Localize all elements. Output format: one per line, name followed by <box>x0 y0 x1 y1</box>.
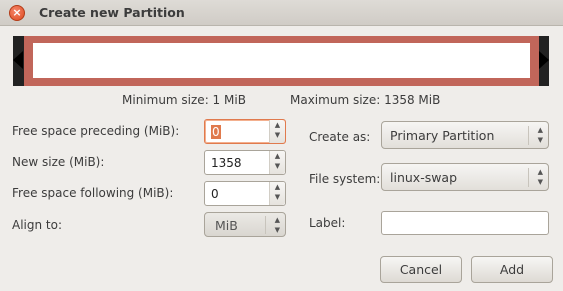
free-preceding-value[interactable]: 0 <box>211 125 221 139</box>
partition-inner <box>33 43 530 78</box>
new-size-label: New size (MiB): <box>12 155 105 169</box>
add-button[interactable]: Add <box>471 256 553 283</box>
new-size-spinbox[interactable]: 1358 ▲ ▼ <box>204 150 286 175</box>
create-as-select[interactable]: Primary Partition ▲ ▼ <box>381 121 549 149</box>
free-preceding-label: Free space preceding (MiB): <box>12 124 180 138</box>
file-system-label: File system: <box>309 172 381 186</box>
spin-arrows-icon[interactable]: ▲ ▼ <box>269 151 285 174</box>
free-following-spinbox[interactable]: 0 ▲ ▼ <box>204 181 286 206</box>
chevron-updown-icon: ▲ ▼ <box>537 168 543 186</box>
file-system-value: linux-swap <box>390 170 458 185</box>
combo-separator <box>528 126 529 145</box>
chevron-updown-icon: ▲ ▼ <box>274 216 280 234</box>
partition-label-label: Label: <box>309 216 346 230</box>
window-title: Create new Partition <box>39 5 185 20</box>
new-size-value[interactable]: 1358 <box>211 156 242 170</box>
partition-label-input[interactable] <box>381 211 549 235</box>
spin-arrows-icon[interactable]: ▲ ▼ <box>269 120 285 143</box>
minimum-size-label: Minimum size: 1 MiB <box>122 93 246 107</box>
resize-right-handle-icon[interactable] <box>539 51 549 69</box>
title-bar: × Create new Partition <box>0 0 563 26</box>
resize-left-handle-icon[interactable] <box>13 51 23 69</box>
partition-graphic[interactable] <box>13 36 549 86</box>
align-to-select[interactable]: MiB ▲ ▼ <box>204 212 286 237</box>
create-as-value: Primary Partition <box>390 128 495 143</box>
create-as-label: Create as: <box>309 130 371 144</box>
free-preceding-spinbox[interactable]: 0 ▲ ▼ <box>204 119 286 144</box>
maximum-size-label: Maximum size: 1358 MiB <box>290 93 441 107</box>
close-icon[interactable]: × <box>9 5 25 21</box>
free-following-label: Free space following (MiB): <box>12 186 174 200</box>
spin-arrows-icon[interactable]: ▲ ▼ <box>269 182 285 205</box>
partition-box[interactable] <box>24 36 539 86</box>
file-system-select[interactable]: linux-swap ▲ ▼ <box>381 163 549 191</box>
align-to-label: Align to: <box>12 218 63 232</box>
free-following-value[interactable]: 0 <box>211 187 219 201</box>
combo-separator <box>528 168 529 187</box>
align-to-value: MiB <box>215 218 238 233</box>
cancel-button[interactable]: Cancel <box>380 256 462 283</box>
chevron-updown-icon: ▲ ▼ <box>537 126 543 144</box>
combo-separator <box>265 216 266 234</box>
